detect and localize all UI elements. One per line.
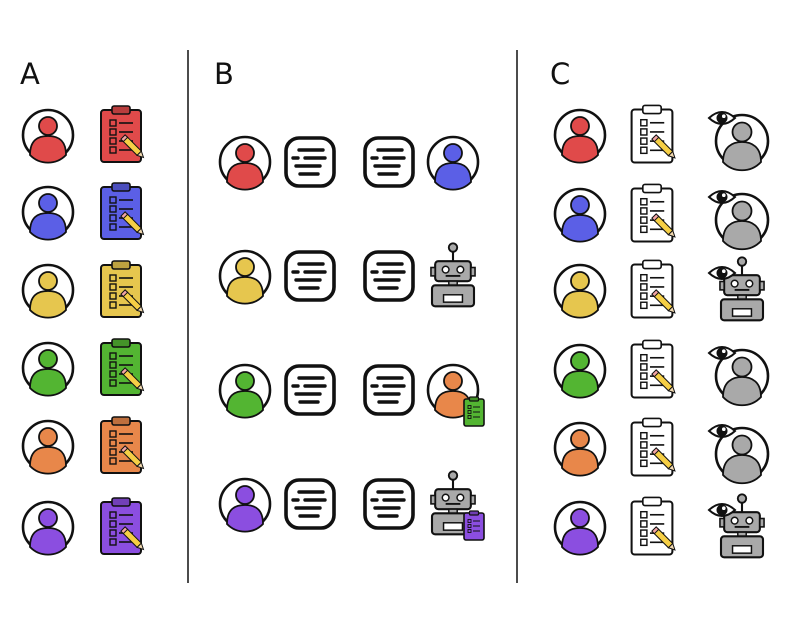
- person-yellow-icon: [553, 263, 607, 319]
- eye-icon: [707, 503, 737, 517]
- clipboard-blue-icon: [100, 182, 145, 240]
- eye-icon: [707, 190, 737, 204]
- panel-b: [218, 135, 485, 541]
- eye-icon: [707, 266, 737, 280]
- panel-c: [553, 104, 770, 559]
- person-purple-icon: [21, 500, 75, 556]
- panel-a-label: A: [20, 57, 40, 91]
- blank-clipboard-icon: [630, 417, 676, 477]
- eye-icon: [707, 111, 737, 125]
- clipboard-purple-icon: [100, 497, 145, 555]
- person-red-icon: [553, 108, 607, 164]
- person-red-icon: [21, 108, 75, 164]
- person-orange-icon: [21, 419, 75, 475]
- sender-purple-icon: [218, 477, 272, 533]
- panel-b-label: B: [214, 57, 234, 91]
- blank-clipboard-icon: [630, 339, 676, 399]
- person-purple-icon: [553, 500, 607, 556]
- blank-clipboard-icon: [630, 496, 676, 556]
- message-sent-icon: [284, 478, 336, 530]
- message-sent-icon: [284, 250, 336, 302]
- clipboard-red-icon: [100, 105, 145, 163]
- person-yellow-icon: [21, 263, 75, 319]
- blank-clipboard-icon: [630, 104, 676, 164]
- person-blue-icon: [553, 187, 607, 243]
- clipboard-purple-badge-icon: [463, 510, 485, 541]
- eye-icon: [707, 424, 737, 438]
- blank-clipboard-icon: [630, 183, 676, 243]
- panel-a: [21, 105, 145, 556]
- message-sent-icon: [284, 136, 336, 188]
- sender-red-icon: [218, 135, 272, 191]
- robot-receiver-icon: [430, 242, 476, 308]
- person-orange-icon: [553, 421, 607, 477]
- person-blue-icon: [21, 185, 75, 241]
- eye-icon: [707, 346, 737, 360]
- figure: A B C: [20, 50, 770, 583]
- message-received-icon: [363, 250, 415, 302]
- message-sent-icon: [284, 364, 336, 416]
- receiver-blue-icon: [426, 135, 480, 191]
- sender-green-icon: [218, 363, 272, 419]
- person-green-icon: [21, 341, 75, 397]
- clipboard-yellow-icon: [100, 260, 145, 318]
- sender-yellow-icon: [218, 249, 272, 305]
- message-received-icon: [363, 364, 415, 416]
- message-received-icon: [363, 478, 415, 530]
- message-received-icon: [363, 136, 415, 188]
- clipboard-orange-icon: [100, 416, 145, 474]
- panel-c-label: C: [550, 57, 570, 91]
- blank-clipboard-icon: [630, 259, 676, 319]
- clipboard-green-badge-icon: [463, 396, 485, 427]
- person-green-icon: [553, 343, 607, 399]
- clipboard-green-icon: [100, 338, 145, 396]
